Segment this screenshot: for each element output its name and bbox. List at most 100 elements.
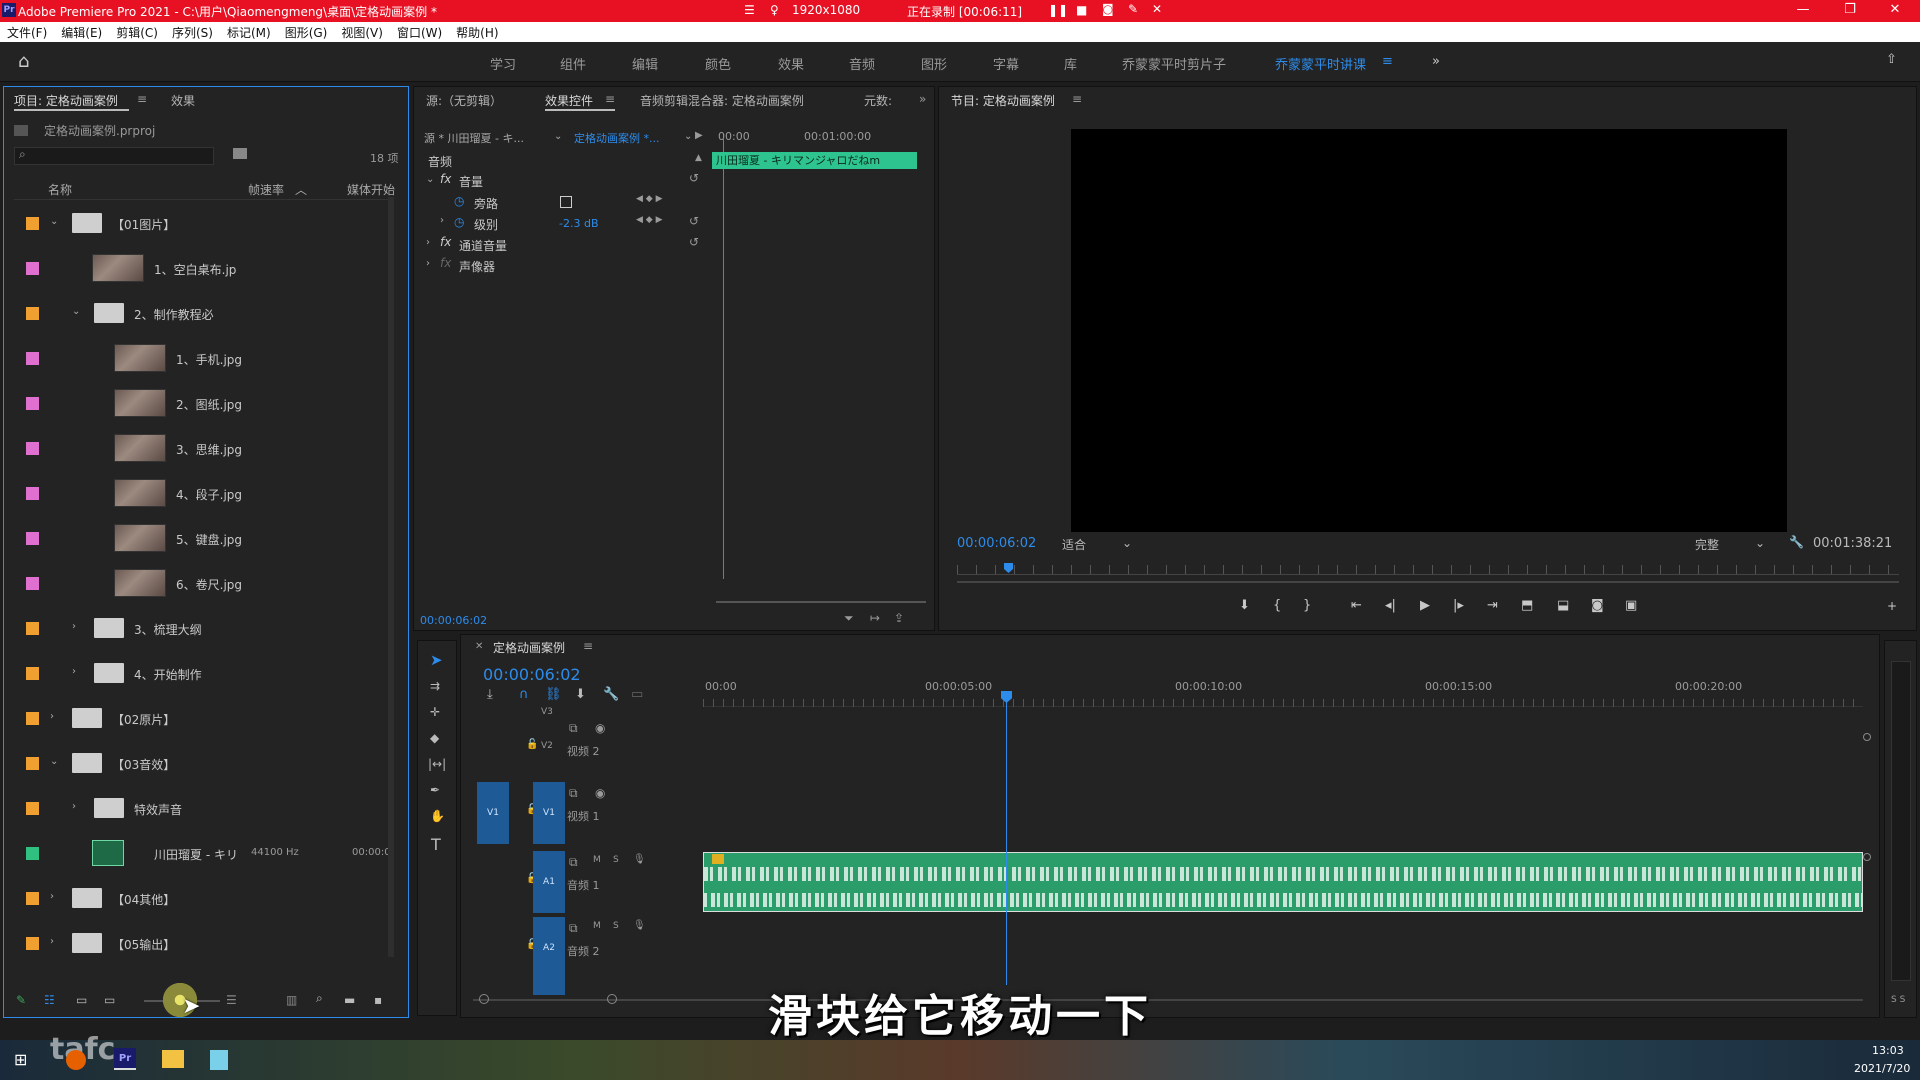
panner-expand-icon[interactable]: › bbox=[426, 258, 430, 269]
project-item[interactable]: › 特效声音 bbox=[18, 786, 390, 831]
track-select-tool-icon[interactable]: ⇉ bbox=[430, 679, 440, 693]
lift-icon[interactable]: ⬒ bbox=[1521, 598, 1533, 613]
project-item[interactable]: 2、图纸.jpg bbox=[18, 381, 390, 426]
lock-icon[interactable]: 🔓 bbox=[526, 739, 538, 750]
more-tabs-icon[interactable]: » bbox=[919, 92, 926, 106]
timeline-playhead[interactable] bbox=[1006, 695, 1007, 985]
label-color-swatch[interactable] bbox=[26, 802, 39, 815]
workspace-audio[interactable]: 音频 bbox=[849, 54, 875, 73]
new-folder-icon[interactable]: ▬ bbox=[344, 993, 355, 1007]
workspace-effects[interactable]: 效果 bbox=[778, 54, 804, 73]
notepad-icon[interactable] bbox=[210, 1050, 228, 1070]
label-color-swatch[interactable] bbox=[26, 847, 39, 860]
eye-icon[interactable]: ◉ bbox=[595, 786, 605, 800]
add-marker-icon[interactable]: ⬇ bbox=[575, 687, 586, 702]
meter-solo-labels[interactable]: S S bbox=[1891, 995, 1905, 1005]
settings-wrench-icon[interactable]: 🔧 bbox=[603, 687, 619, 702]
project-item[interactable]: 6、卷尺.jpg bbox=[18, 561, 390, 606]
stopwatch-icon[interactable]: ◷ bbox=[454, 194, 464, 208]
reset-channel-icon[interactable]: ↺ bbox=[689, 235, 699, 249]
project-item[interactable]: 1、手机.jpg bbox=[18, 336, 390, 381]
insert-sequence-icon[interactable]: ⤓ bbox=[487, 687, 493, 702]
mini-clip[interactable]: 川田瑠夏 - キリマンジャロだねm bbox=[712, 152, 917, 169]
file-explorer-icon[interactable] bbox=[162, 1050, 184, 1068]
collapse-icon[interactable]: ⌄ bbox=[50, 756, 58, 767]
project-item[interactable]: ⌄ 【03音效】 bbox=[18, 741, 390, 786]
fit-dropdown[interactable]: 适合 ⌄ bbox=[1062, 536, 1142, 552]
expand-icon[interactable]: › bbox=[72, 621, 76, 632]
menu-marker[interactable]: 标记(M) bbox=[220, 22, 278, 41]
quality-dropdown[interactable]: 完整 ⌄ bbox=[1695, 536, 1775, 552]
add-button-icon[interactable]: + bbox=[1887, 599, 1897, 613]
workspace-graphics[interactable]: 图形 bbox=[921, 54, 947, 73]
workspace-libraries[interactable]: 库 bbox=[1064, 54, 1077, 73]
program-timecode[interactable]: 00:00:06:02 bbox=[957, 536, 1036, 551]
tab-menu-icon[interactable]: ≡ bbox=[1072, 92, 1082, 106]
project-item[interactable]: 3、思维.jpg bbox=[18, 426, 390, 471]
premiere-taskbar-icon[interactable]: Pr bbox=[114, 1048, 136, 1070]
eye-icon[interactable]: ◉ bbox=[595, 721, 605, 735]
tab-program[interactable]: 节目: 定格动画案例 bbox=[951, 92, 1055, 109]
scrollbar[interactable] bbox=[716, 601, 926, 603]
pen-tool-icon[interactable]: ✒ bbox=[430, 783, 440, 797]
vertical-zoom-handle[interactable] bbox=[1863, 733, 1871, 741]
step-forward-icon[interactable]: |▸ bbox=[1453, 598, 1464, 613]
monitor-ruler[interactable] bbox=[957, 565, 1899, 575]
stop-icon[interactable]: ■ bbox=[1076, 3, 1087, 17]
sequence-clip-label[interactable]: 定格动画案例 *... bbox=[574, 130, 660, 146]
tab-source[interactable]: 源:（无剪辑） bbox=[426, 92, 502, 109]
linked-selection-icon[interactable]: ⛓ bbox=[545, 687, 562, 702]
sync-icon[interactable]: ⧉ bbox=[569, 786, 578, 801]
wrench-icon[interactable]: 🔧 bbox=[1789, 535, 1804, 549]
tab-metadata[interactable]: 元数: bbox=[864, 92, 892, 109]
search-input[interactable] bbox=[14, 147, 214, 165]
column-media-start[interactable]: 媒体开始 bbox=[347, 181, 395, 198]
new-item-icon[interactable]: ▪ bbox=[374, 993, 382, 1007]
tab-effects[interactable]: 效果 bbox=[171, 92, 195, 109]
close-record-icon[interactable]: ✕ bbox=[1152, 2, 1162, 16]
label-color-swatch[interactable] bbox=[26, 532, 39, 545]
project-item[interactable]: › 【02原片】 bbox=[18, 696, 390, 741]
source-dropdown-icon[interactable]: ⌄ bbox=[554, 131, 562, 142]
mute-button[interactable]: M bbox=[593, 921, 601, 931]
source-patch-v1[interactable]: V1 bbox=[477, 782, 509, 844]
track-id[interactable]: A1 bbox=[533, 851, 565, 913]
bypass-checkbox[interactable] bbox=[560, 196, 572, 208]
effects-timecode[interactable]: 00:00:06:02 bbox=[420, 614, 487, 627]
solo-button[interactable]: S bbox=[613, 921, 619, 931]
ripple-edit-tool-icon[interactable]: ✛ bbox=[430, 705, 440, 719]
home-icon[interactable]: ⌂ bbox=[18, 51, 29, 72]
type-tool-icon[interactable]: T bbox=[431, 835, 441, 854]
project-item[interactable]: › 3、梳理大纲 bbox=[18, 606, 390, 651]
label-color-swatch[interactable] bbox=[26, 262, 39, 275]
workspace-color[interactable]: 颜色 bbox=[705, 54, 731, 73]
label-color-swatch[interactable] bbox=[26, 487, 39, 500]
scroll-handle-right[interactable] bbox=[607, 994, 617, 1004]
go-to-in-icon[interactable]: ⇤ bbox=[1351, 598, 1362, 613]
monitor-zoom-bar[interactable] bbox=[957, 581, 1899, 583]
menu-view[interactable]: 视图(V) bbox=[334, 22, 390, 41]
label-color-swatch[interactable] bbox=[26, 352, 39, 365]
play-icon[interactable]: ▶ bbox=[1420, 598, 1430, 613]
label-color-swatch[interactable] bbox=[26, 307, 39, 320]
channel-expand-icon[interactable]: › bbox=[426, 237, 430, 248]
reset-level-icon[interactable]: ↺ bbox=[689, 214, 699, 228]
vertical-zoom-handle[interactable] bbox=[1863, 853, 1871, 861]
menu-window[interactable]: 窗口(W) bbox=[390, 22, 449, 41]
project-item[interactable]: ⌄ 2、制作教程必 bbox=[18, 291, 390, 336]
workspace-custom-1[interactable]: 乔蒙蒙平时剪片子 bbox=[1122, 54, 1226, 73]
mark-in-icon[interactable]: { bbox=[1273, 598, 1281, 613]
tab-menu-icon[interactable]: ≡ bbox=[583, 639, 593, 653]
tab-sequence[interactable]: 定格动画案例 bbox=[493, 639, 565, 656]
menu-help[interactable]: 帮助(H) bbox=[449, 22, 505, 41]
reset-volume-icon[interactable]: ↺ bbox=[689, 171, 699, 185]
menu-file[interactable]: 文件(F) bbox=[0, 22, 54, 41]
timeline-timecode[interactable]: 00:00:06:02 bbox=[483, 665, 581, 684]
menu-clip[interactable]: 剪辑(C) bbox=[109, 22, 165, 41]
freeform-view-icon[interactable]: ▭ bbox=[104, 993, 115, 1007]
sort-icon[interactable]: ☰ bbox=[226, 993, 237, 1007]
icon-view-icon[interactable]: ▭ bbox=[76, 993, 87, 1007]
timeline-ruler[interactable]: 00:00 00:00:05:00 00:00:10:00 00:00:15:0… bbox=[703, 677, 1863, 707]
filter-icon[interactable]: ⏷ bbox=[844, 611, 854, 626]
label-color-swatch[interactable] bbox=[26, 217, 39, 230]
